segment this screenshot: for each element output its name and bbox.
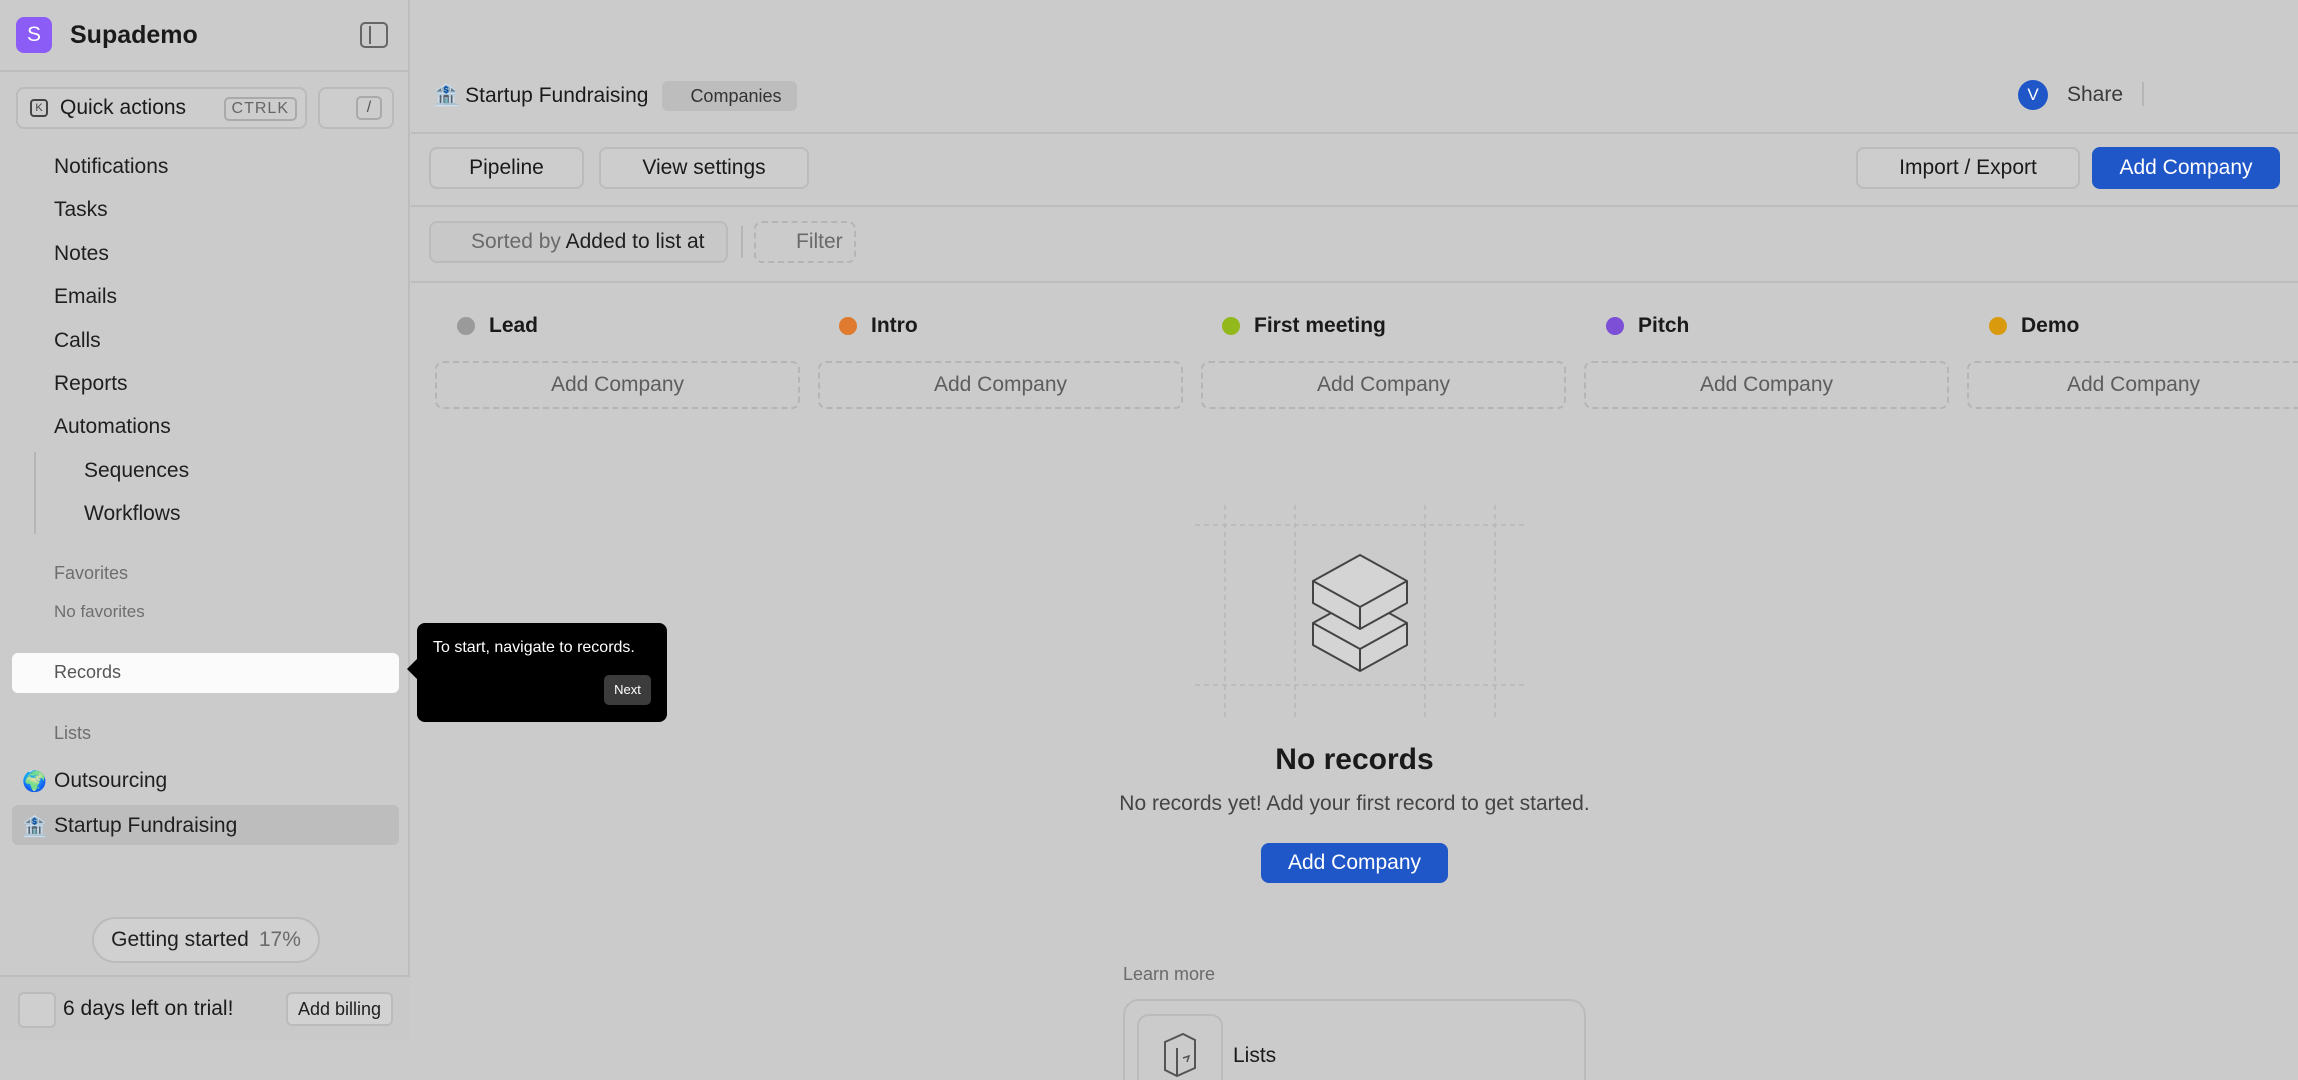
nav-emails[interactable]: Emails (54, 285, 117, 309)
list-item-startup-fundraising[interactable]: 🏦 Startup Fundraising (12, 805, 399, 845)
getting-started-label: Getting started (111, 928, 249, 951)
favorites-label: Favorites (54, 563, 129, 583)
workspace-switcher[interactable]: S Supademo (16, 17, 198, 53)
learn-more-card-label: Lists (1233, 1044, 1277, 1067)
add-billing-button[interactable]: Add billing (286, 992, 394, 1026)
getting-started-button[interactable]: Getting started 17% (92, 917, 320, 963)
column-add-company-button[interactable]: Add Company (1584, 361, 1949, 409)
sort-button[interactable]: Sorted by Added to list at (429, 221, 728, 263)
import-export-button[interactable]: Import / Export (1856, 147, 2080, 189)
bottom-strip (0, 1040, 410, 1080)
avatar[interactable]: V (2018, 80, 2048, 110)
status-dot (839, 317, 857, 335)
bank-icon: 🏦 (22, 816, 47, 838)
trial-icon (18, 992, 56, 1028)
quick-actions-label: Quick actions (60, 96, 187, 119)
add-company-button[interactable]: Add Company (2092, 147, 2280, 189)
breadcrumb: 🏦 Startup Fundraising Companies (433, 81, 798, 111)
no-favorites-text: No favorites (54, 602, 145, 621)
nav-tasks[interactable]: Tasks (54, 198, 108, 222)
status-dot (1222, 317, 1240, 335)
object-tag[interactable]: Companies (662, 81, 798, 111)
list-item-label: Startup Fundraising (54, 814, 238, 837)
list-item-label: Outsourcing (54, 769, 168, 792)
slash-command-button[interactable]: / (318, 87, 394, 129)
shortcut-badge: CTRLK (223, 97, 297, 121)
nav-reports[interactable]: Reports (54, 372, 128, 396)
lists-icon (1137, 1014, 1223, 1080)
status-dot (457, 317, 475, 335)
nav-sequences[interactable]: Sequences (84, 459, 189, 483)
tooltip-text: To start, navigate to records. (433, 639, 635, 656)
divider (2142, 82, 2144, 106)
column-header-intro[interactable]: Intro (839, 314, 918, 338)
column-add-company-button[interactable]: Add Company (1201, 361, 1566, 409)
view-settings-button[interactable]: View settings (599, 147, 809, 189)
nav-calls[interactable]: Calls (54, 329, 101, 353)
bank-icon: 🏦 (433, 84, 460, 107)
workspace-name: Supademo (70, 20, 198, 49)
lists-label: Lists (54, 723, 92, 743)
empty-add-company-button[interactable]: Add Company (1261, 843, 1448, 883)
status-dot (1989, 317, 2007, 335)
empty-boxes-icon (1195, 505, 1525, 717)
onboarding-tooltip: To start, navigate to records. Next (407, 623, 667, 722)
main-content: 🏦 Startup Fundraising Companies V Share … (411, 0, 2298, 1080)
share-button[interactable]: Share (2067, 83, 2123, 107)
column-header-lead[interactable]: Lead (457, 314, 538, 338)
trial-text: 6 days left on trial! (63, 997, 234, 1020)
nav-records[interactable]: Records (12, 653, 399, 693)
sort-value: Added to list at (565, 230, 705, 253)
column-title: Demo (2021, 314, 2080, 337)
column-header-demo[interactable]: Demo (1989, 314, 2079, 338)
sort-prefix: Sorted by (471, 230, 561, 253)
nav-notifications[interactable]: Notifications (54, 155, 168, 179)
column-title: First meeting (1254, 314, 1386, 337)
column-header-pitch[interactable]: Pitch (1606, 314, 1689, 338)
empty-state-title: No records (1275, 743, 1434, 776)
divider (411, 132, 2298, 134)
divider (411, 281, 2298, 283)
nav-workflows[interactable]: Workflows (84, 502, 180, 526)
getting-started-percent: 17% (258, 928, 301, 951)
column-add-company-button[interactable]: Add Company (435, 361, 800, 409)
workspace-logo: S (16, 17, 52, 53)
filter-button[interactable]: Filter (754, 221, 856, 263)
trial-banner: 6 days left on trial! Add billing (0, 975, 410, 1040)
command-icon: K (30, 99, 48, 117)
divider (741, 226, 743, 258)
tooltip-next-button[interactable]: Next (604, 675, 651, 705)
pipeline-view-button[interactable]: Pipeline (429, 147, 584, 189)
page-title[interactable]: Startup Fundraising (465, 84, 648, 108)
quick-actions-button[interactable]: K Quick actions CTRLK (16, 87, 307, 129)
globe-icon: 🌍 (22, 771, 47, 793)
list-item-outsourcing[interactable]: 🌍 Outsourcing (12, 760, 399, 800)
empty-state-subtitle: No records yet! Add your first record to… (1119, 792, 1590, 815)
learn-more-lists-card[interactable]: Lists (1123, 999, 1586, 1080)
sidebar-toggle-icon[interactable] (360, 22, 388, 48)
nav-subtree-line (34, 452, 36, 534)
divider (0, 70, 410, 72)
column-title: Lead (489, 314, 539, 337)
column-title: Intro (871, 314, 918, 337)
sidebar: S Supademo K Quick actions CTRLK / Notif… (0, 0, 410, 1040)
column-add-company-button[interactable]: Add Company (1967, 361, 2298, 409)
status-dot (1606, 317, 1624, 335)
nav-automations[interactable]: Automations (54, 415, 171, 439)
column-header-first-meeting[interactable]: First meeting (1222, 314, 1386, 338)
records-label: Records (54, 662, 122, 682)
divider (411, 205, 2298, 207)
column-title: Pitch (1638, 314, 1690, 337)
learn-more-label: Learn more (1123, 964, 1216, 984)
slash-badge: / (356, 96, 382, 120)
column-add-company-button[interactable]: Add Company (818, 361, 1183, 409)
nav-notes[interactable]: Notes (54, 242, 109, 266)
